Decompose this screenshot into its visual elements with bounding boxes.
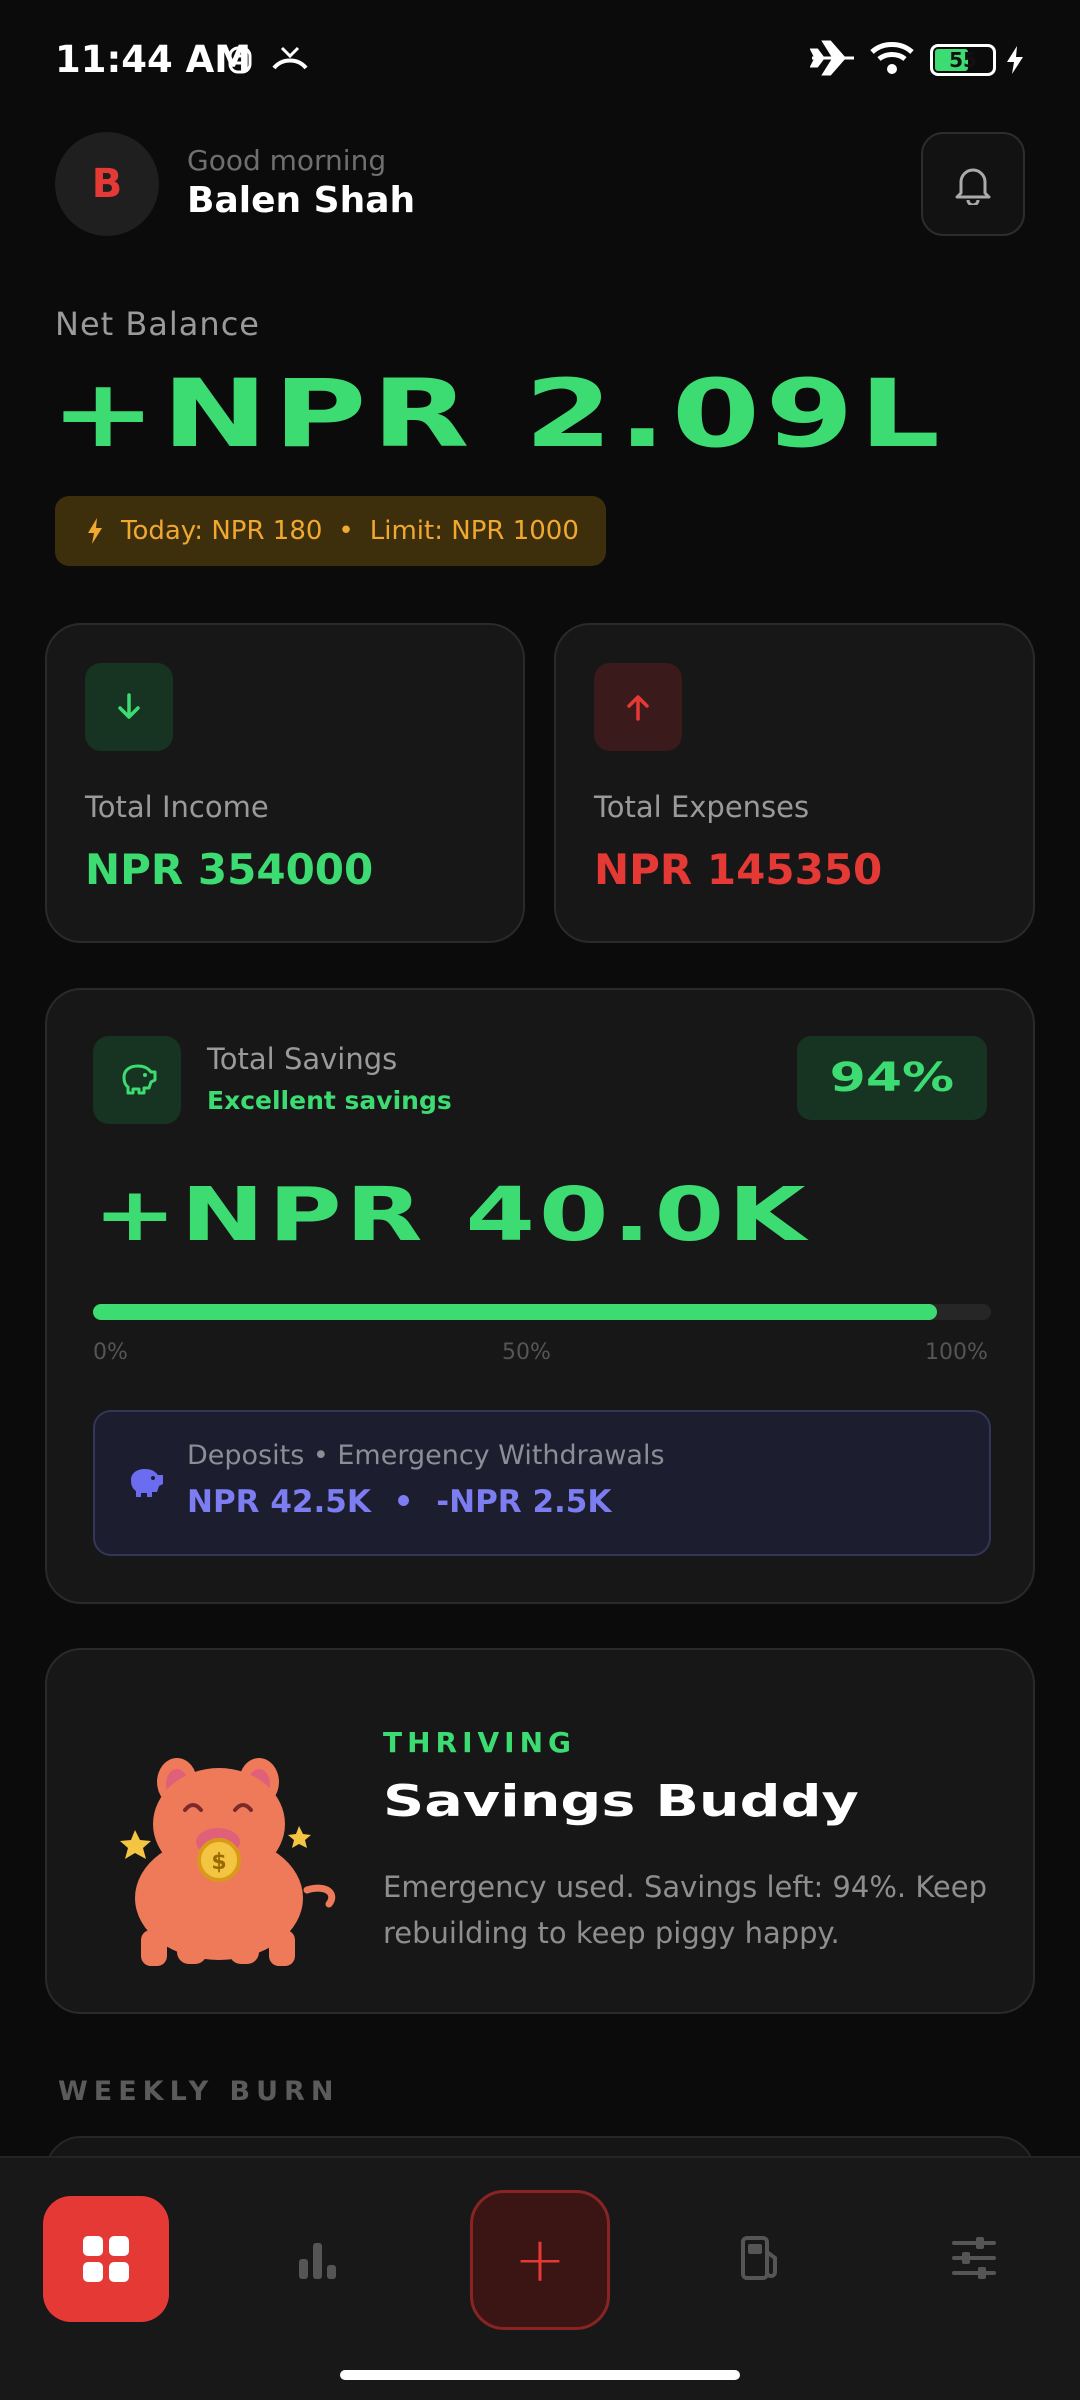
- savings-title: Total Savings: [207, 1042, 398, 1076]
- bell-icon: [955, 168, 991, 205]
- today-spend: Today: NPR 180: [121, 516, 323, 546]
- tick-50: 50%: [502, 1340, 551, 1365]
- nav-dashboard[interactable]: [43, 2196, 169, 2322]
- savings-progress-bar: [93, 1304, 991, 1320]
- deposits-values: NPR 42.5K • -NPR 2.5K: [187, 1484, 611, 1520]
- daily-limit-pill: Today: NPR 180 • Limit: NPR 1000: [55, 496, 606, 566]
- deposits-separator: •: [393, 1484, 414, 1520]
- expenses-card[interactable]: Total Expenses NPR 145350: [554, 623, 1035, 943]
- income-value: NPR 354000: [85, 845, 374, 894]
- battery-level: 55: [949, 48, 977, 72]
- income-card[interactable]: Total Income NPR 354000: [45, 623, 525, 943]
- expenses-value: NPR 145350: [594, 845, 883, 894]
- stats-icon: [299, 2243, 336, 2279]
- piggy-bank-icon: [122, 1064, 157, 1095]
- tick-0: 0%: [93, 1340, 128, 1365]
- fuel-icon: [741, 2236, 777, 2280]
- withdrawals-amount: -NPR 2.5K: [436, 1484, 612, 1520]
- status-time: 11:44 AM: [55, 38, 252, 81]
- greeting: Good morning: [187, 144, 387, 177]
- savings-card[interactable]: Total Savings Excellent savings 94% +NPR…: [45, 988, 1035, 1604]
- dashboard-icon: [83, 2236, 129, 2282]
- weekly-burn-title: WEEKLY BURN: [58, 2076, 340, 2107]
- add-transaction-button[interactable]: +: [470, 2190, 610, 2330]
- avatar[interactable]: B: [55, 132, 159, 236]
- savings-icon-box: [93, 1036, 181, 1124]
- user-name: Balen Shah: [187, 180, 416, 221]
- battery-indicator: 55: [930, 44, 996, 76]
- charging-icon: [1007, 46, 1023, 74]
- arrow-up-icon: [627, 695, 649, 721]
- bottom-nav: +: [0, 2156, 1080, 2400]
- nav-stats[interactable]: [262, 2198, 374, 2318]
- avatar-initial: B: [91, 161, 123, 207]
- piggy-icon: [131, 1469, 163, 1497]
- buddy-message: Emergency used. Savings left: 94%. Keep …: [383, 1870, 987, 1950]
- savings-percent-badge: 94%: [797, 1036, 987, 1120]
- savings-progress-fill: [93, 1304, 938, 1320]
- airplane-icon: [810, 40, 854, 76]
- savings-value: +NPR 40.0K: [93, 1172, 810, 1258]
- home-indicator[interactable]: [340, 2370, 740, 2380]
- deposits-label: Deposits • Emergency Withdrawals: [187, 1440, 665, 1471]
- income-label: Total Income: [85, 790, 269, 824]
- expenses-label: Total Expenses: [594, 790, 810, 824]
- net-balance-value: +NPR 2.09L: [50, 360, 946, 469]
- header: B Good morning Balen Shah: [55, 130, 1025, 240]
- buddy-title: Savings Buddy: [383, 1776, 859, 1827]
- bolt-icon: [88, 518, 102, 544]
- pill-separator: •: [338, 516, 354, 546]
- piggy-mascot-icon: $: [120, 1758, 336, 1966]
- missed-call-icon: [272, 46, 308, 70]
- arrow-down-icon: [118, 693, 140, 719]
- deposits-box[interactable]: Deposits • Emergency Withdrawals NPR 42.…: [93, 1410, 991, 1556]
- sliders-icon: [952, 2237, 996, 2279]
- notifications-button[interactable]: [921, 132, 1025, 236]
- savings-buddy-card[interactable]: $ THRIVING Savings Buddy Emergency used.…: [45, 1648, 1035, 2014]
- buddy-state: THRIVING: [383, 1726, 577, 1759]
- alarm-icon: [228, 46, 252, 74]
- deposits-amount: NPR 42.5K: [187, 1484, 371, 1520]
- expenses-icon-box: [594, 663, 682, 751]
- savings-subtitle: Excellent savings: [207, 1086, 452, 1115]
- spend-limit: Limit: NPR 1000: [369, 516, 579, 546]
- savings-percent: 94%: [829, 1055, 955, 1101]
- wifi-icon: [870, 42, 914, 74]
- plus-icon: +: [514, 2223, 566, 2296]
- net-balance-label: Net Balance: [55, 305, 260, 343]
- tick-100: 100%: [925, 1340, 988, 1365]
- nav-fuel[interactable]: [706, 2198, 818, 2318]
- income-icon-box: [85, 663, 173, 751]
- coin-symbol: $: [211, 1850, 226, 1875]
- nav-settings[interactable]: [918, 2198, 1030, 2318]
- status-bar: 11:44 AM 55: [0, 0, 1080, 120]
